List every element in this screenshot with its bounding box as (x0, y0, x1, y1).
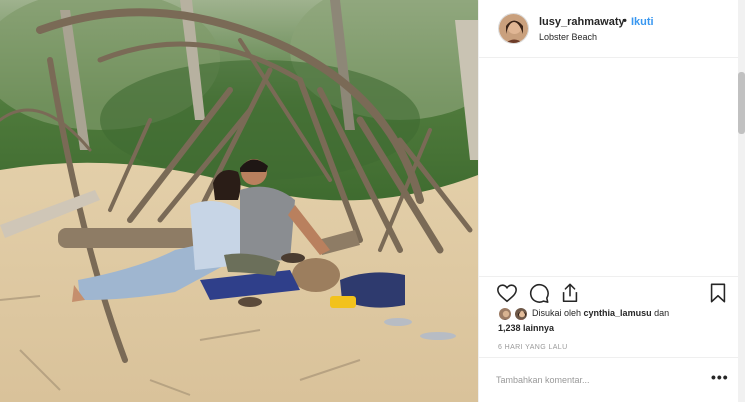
liker-avatar[interactable] (514, 307, 528, 321)
comment-input[interactable] (496, 372, 696, 388)
likes-others-link[interactable]: 1,238 lainnya (498, 323, 554, 333)
likes-conjunction: dan (654, 308, 670, 318)
avatar[interactable] (498, 13, 529, 44)
follow-button[interactable]: Ikuti (631, 16, 654, 28)
liker-avatar[interactable] (498, 307, 512, 321)
post-header: lusy_rahmawaty • Ikuti Lobster Beach (479, 0, 739, 58)
action-bar (479, 276, 739, 306)
comment-box: ••• (479, 357, 739, 402)
comment-icon[interactable] (528, 282, 550, 304)
bookmark-icon[interactable] (707, 282, 729, 304)
more-options-icon[interactable]: ••• (711, 369, 729, 385)
avatar-image (499, 14, 528, 43)
location-link[interactable]: Lobster Beach (539, 32, 597, 42)
share-icon[interactable] (559, 282, 581, 304)
post-details-panel: lusy_rahmawaty • Ikuti Lobster Beach Dis… (478, 0, 739, 402)
scrollbar-thumb[interactable] (738, 72, 745, 134)
post-timestamp[interactable]: 6 HARI YANG LALU (498, 344, 568, 351)
scrollbar[interactable] (738, 0, 745, 402)
beach-photo-image (0, 0, 478, 402)
liker-username[interactable]: cynthia_lamusu (584, 308, 652, 318)
post-photo[interactable] (0, 0, 478, 402)
username-link[interactable]: lusy_rahmawaty (539, 16, 625, 28)
likes-summary: Disukai oleh cynthia_lamusu dan 1,238 la… (498, 306, 738, 340)
likes-prefix: Disukai oleh (532, 308, 582, 318)
comments-area (479, 59, 739, 274)
heart-icon[interactable] (496, 282, 518, 304)
likes-text: Disukai oleh cynthia_lamusu dan (532, 308, 669, 318)
separator-dot: • (623, 15, 627, 27)
